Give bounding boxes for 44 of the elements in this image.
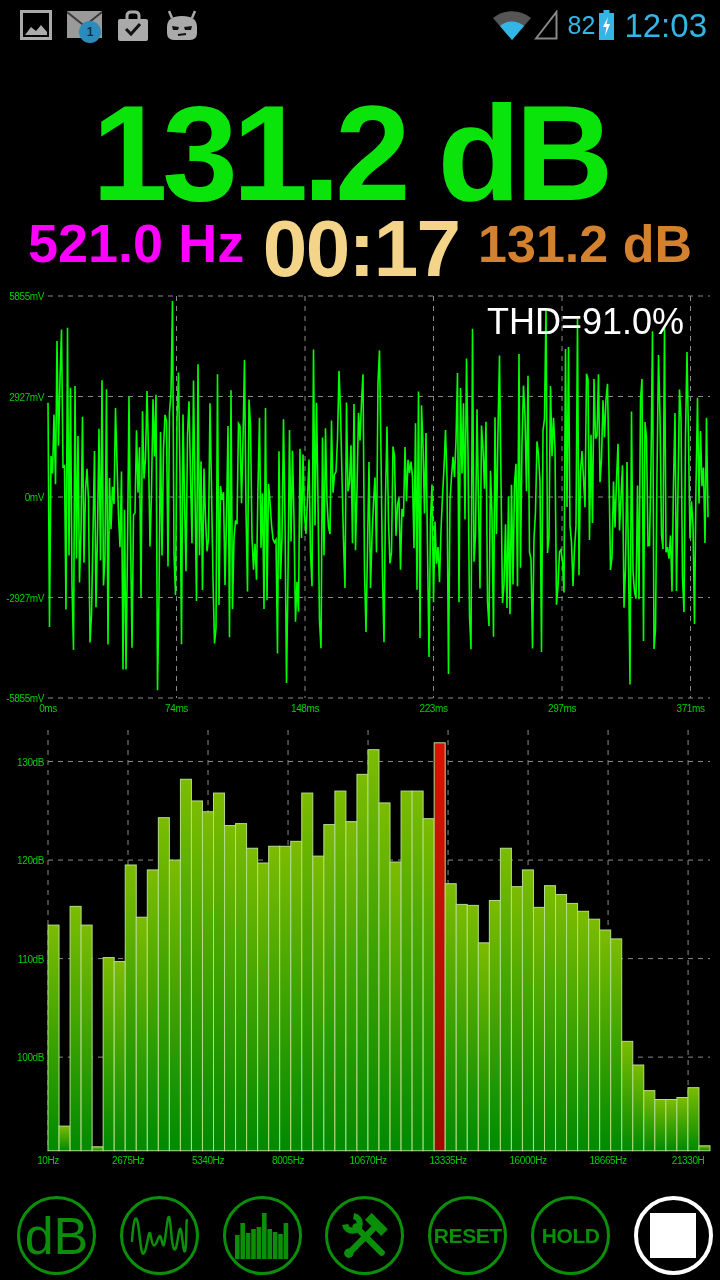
x-axis-label: 18665Hz [589,1154,627,1166]
image-icon [20,10,52,40]
y-axis-label: 100dB [17,1052,44,1064]
x-axis-label: 74ms [165,703,188,714]
y-axis-label: 2927mV [9,391,44,403]
y-axis-label: 130dB [17,756,44,768]
x-axis-label: 13335Hz [429,1154,467,1166]
x-axis-label: 5340Hz [192,1154,225,1166]
spectrum-bar [654,1099,667,1152]
wifi-icon [491,10,532,40]
hold-button[interactable]: HOLD [531,1196,611,1275]
x-axis-label: 223ms [419,703,448,714]
x-axis-label: 10Hz [37,1154,59,1166]
x-axis-label: 297ms [548,703,576,714]
x-axis-label: 21330H [671,1154,705,1166]
unread-count-badge: 1 [79,21,101,43]
decibel-button[interactable]: dB [17,1196,96,1275]
robot-face-icon [164,9,200,41]
reset-button[interactable]: RESET [428,1196,508,1275]
y-axis-label: 120dB [17,855,44,867]
y-axis-label: -5855mV [6,693,44,704]
clock: 12:03 [624,8,707,42]
bar-chart-icon [234,1212,291,1259]
x-axis-label: 0ms [39,703,57,714]
stop-icon [650,1213,697,1258]
x-axis-label: 371ms [676,703,705,714]
x-axis-label: 16000Hz [509,1154,547,1166]
spectrum-bar [676,1097,689,1152]
battery-percent: 82 [567,12,596,38]
secondary-level-reading: 131.2 dB [478,218,692,270]
battery-charging-icon [599,10,615,40]
y-axis-label: 5855mV [9,291,44,302]
bag-check-icon [117,9,149,41]
y-axis-label: 110dB [17,953,44,965]
spectrum-bar [665,1099,678,1152]
x-axis-label: 148ms [291,703,319,714]
x-axis-label: 8005Hz [272,1154,305,1166]
spectrum-bar [643,1090,656,1152]
x-axis-label: 2675Hz [111,1154,145,1166]
y-axis-label: -2927mV [6,592,44,604]
wrench-hammer-icon [340,1210,390,1261]
x-axis-label: 10670Hz [349,1154,387,1166]
cell-signal-icon [533,10,558,40]
y-axis-label: 0mV [24,492,44,503]
